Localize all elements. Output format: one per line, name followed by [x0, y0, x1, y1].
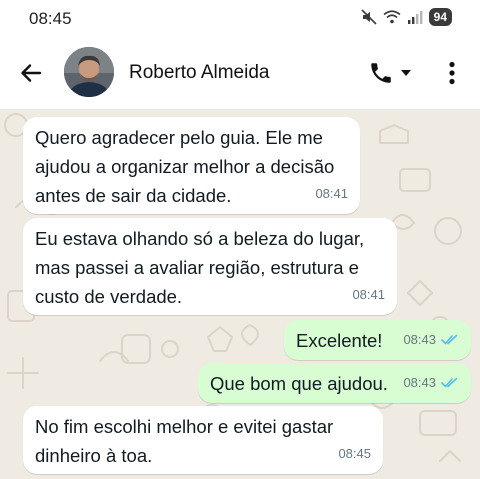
- message-text: Eu estava olhando só a beleza do lugar, …: [35, 228, 365, 307]
- read-receipt-icon: [441, 334, 458, 345]
- wifi-icon: [383, 10, 401, 24]
- message-text: Quero agradecer pelo guia. Ele me ajudou…: [35, 127, 335, 206]
- signal-icon: [407, 11, 423, 24]
- back-button[interactable]: [16, 58, 46, 88]
- status-bar: 08:45 94: [0, 0, 480, 36]
- message-meta: 08:41: [315, 179, 348, 208]
- message-text: Que bom que ajudou.: [210, 373, 388, 394]
- read-receipt-icon: [441, 377, 458, 388]
- message-time: 08:43: [403, 332, 436, 347]
- message-meta: 08:41: [352, 280, 385, 309]
- battery-icon: 94: [428, 8, 452, 26]
- message-bubble-outgoing[interactable]: Que bom que ajudou. 08:43: [198, 363, 471, 403]
- more-vertical-icon: [449, 61, 455, 85]
- status-icons: 94: [361, 8, 452, 26]
- message-bubble-outgoing[interactable]: Excelente! 08:43: [284, 320, 471, 360]
- dropdown-icon[interactable]: [400, 69, 412, 77]
- message-bubble-incoming[interactable]: Eu estava olhando só a beleza do lugar, …: [23, 218, 397, 315]
- status-time: 08:45: [29, 9, 72, 28]
- phone-icon: [371, 63, 391, 83]
- call-button[interactable]: [368, 58, 420, 88]
- message-time: 08:41: [315, 186, 348, 201]
- message-meta: 08:43: [403, 325, 459, 354]
- chat-header: Roberto Almeida: [0, 36, 480, 110]
- message-text: No fim escolhi melhor e evitei gastar di…: [35, 416, 334, 466]
- message-time: 08:41: [352, 287, 385, 302]
- message-meta: 08:43: [403, 368, 459, 397]
- message-bubble-incoming[interactable]: Quero agradecer pelo guia. Ele me ajudou…: [23, 117, 360, 214]
- back-arrow-icon: [21, 64, 42, 82]
- avatar[interactable]: [64, 47, 114, 97]
- chat-area[interactable]: Quero agradecer pelo guia. Ele me ajudou…: [0, 111, 480, 479]
- contact-name[interactable]: Roberto Almeida: [129, 62, 269, 84]
- more-options-button[interactable]: [442, 56, 462, 90]
- message-time: 08:45: [338, 446, 371, 461]
- message-text: Excelente!: [296, 330, 383, 351]
- message-bubble-incoming[interactable]: No fim escolhi melhor e evitei gastar di…: [23, 406, 383, 474]
- message-time: 08:43: [403, 375, 436, 390]
- message-meta: 08:45: [338, 439, 371, 468]
- mute-icon: [361, 9, 377, 25]
